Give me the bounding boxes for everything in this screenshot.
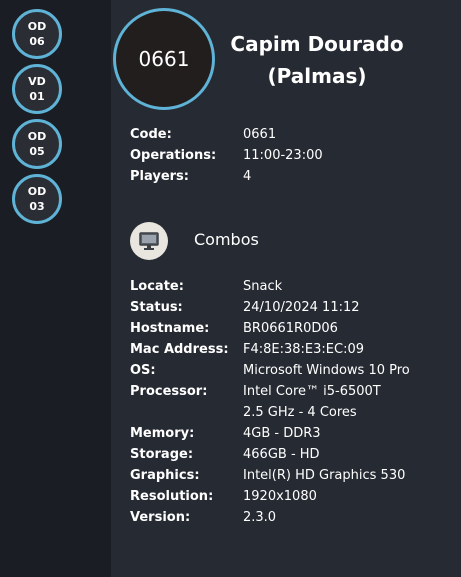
field-value: BR0661R0D06 xyxy=(243,321,338,336)
badge-number: 01 xyxy=(29,90,45,103)
badge-prefix: OD xyxy=(27,185,47,198)
field-graphics: Graphics: Intel(R) HD Graphics 530 xyxy=(130,465,450,486)
field-value: Intel(R) HD Graphics 530 xyxy=(243,468,406,483)
field-storage: Storage: 466GB - HD xyxy=(130,444,450,465)
field-value: 24/10/2024 11:12 xyxy=(243,300,360,315)
field-label: Code: xyxy=(130,127,172,142)
badge-vd-01[interactable]: VD 01 xyxy=(12,64,62,114)
field-version: Version: 2.3.0 xyxy=(130,507,450,528)
field-value: 2.3.0 xyxy=(243,510,277,525)
field-label: Mac Address: xyxy=(130,342,229,357)
field-operations: Operations: 11:00-23:00 xyxy=(130,145,450,166)
field-value: 2.5 GHz - 4 Cores xyxy=(243,405,357,420)
field-label: Processor: xyxy=(130,384,208,399)
field-value: 466GB - HD xyxy=(243,447,320,462)
badge-number: 06 xyxy=(29,35,45,48)
field-label: Graphics: xyxy=(130,468,200,483)
store-name: Capim Dourado xyxy=(230,32,404,56)
badge-prefix: OD xyxy=(27,20,47,33)
badge-od-03[interactable]: OD 03 xyxy=(12,174,62,224)
field-label: OS: xyxy=(130,363,156,378)
section-title-combos: Combos xyxy=(194,230,259,249)
monitor-icon xyxy=(130,222,168,260)
badge-prefix: VD xyxy=(28,75,46,88)
field-value: Snack xyxy=(243,279,283,294)
field-resolution: Resolution: 1920x1080 xyxy=(130,486,450,507)
field-label: Version: xyxy=(130,510,191,525)
field-value: 4 xyxy=(243,169,252,184)
field-label: Memory: xyxy=(130,426,195,441)
store-title: Capim Dourado (Palmas) xyxy=(222,28,412,92)
field-memory: Memory: 4GB - DDR3 xyxy=(130,423,450,444)
field-value: Microsoft Windows 10 Pro xyxy=(243,363,410,378)
field-value: Intel Core™ i5-6500T xyxy=(243,384,381,399)
field-label: Players: xyxy=(130,169,189,184)
field-players: Players: 4 xyxy=(130,166,450,187)
field-processor-detail: 2.5 GHz - 4 Cores xyxy=(130,402,450,423)
field-os: OS: Microsoft Windows 10 Pro xyxy=(130,360,450,381)
field-status: Status: 24/10/2024 11:12 xyxy=(130,297,450,318)
store-city: (Palmas) xyxy=(267,64,367,88)
field-value: 0661 xyxy=(243,127,277,142)
store-code-badge: 0661 xyxy=(138,47,190,71)
field-label: Hostname: xyxy=(130,321,210,336)
badge-number: 05 xyxy=(29,145,45,158)
field-label: Locate: xyxy=(130,279,184,294)
field-mac-address: Mac Address: F4:8E:38:E3:EC:09 xyxy=(130,339,450,360)
badge-od-05[interactable]: OD 05 xyxy=(12,119,62,169)
field-label: Operations: xyxy=(130,148,217,163)
sidebar: OD 06 VD 01 OD 05 OD 03 xyxy=(0,0,88,577)
store-code-avatar: 0661 xyxy=(113,8,215,110)
field-code: Code: 0661 xyxy=(130,124,450,145)
field-locate: Locate: Snack xyxy=(130,276,450,297)
field-label: Resolution: xyxy=(130,489,214,504)
field-label: Status: xyxy=(130,300,183,315)
badge-prefix: OD xyxy=(27,130,47,143)
field-hostname: Hostname: BR0661R0D06 xyxy=(130,318,450,339)
badge-od-06[interactable]: OD 06 xyxy=(12,9,62,59)
field-value: 11:00-23:00 xyxy=(243,148,323,163)
field-value: 1920x1080 xyxy=(243,489,317,504)
field-processor: Processor: Intel Core™ i5-6500T xyxy=(130,381,450,402)
field-value: 4GB - DDR3 xyxy=(243,426,321,441)
field-value: F4:8E:38:E3:EC:09 xyxy=(243,342,364,357)
field-label: Storage: xyxy=(130,447,194,462)
badge-number: 03 xyxy=(29,200,45,213)
